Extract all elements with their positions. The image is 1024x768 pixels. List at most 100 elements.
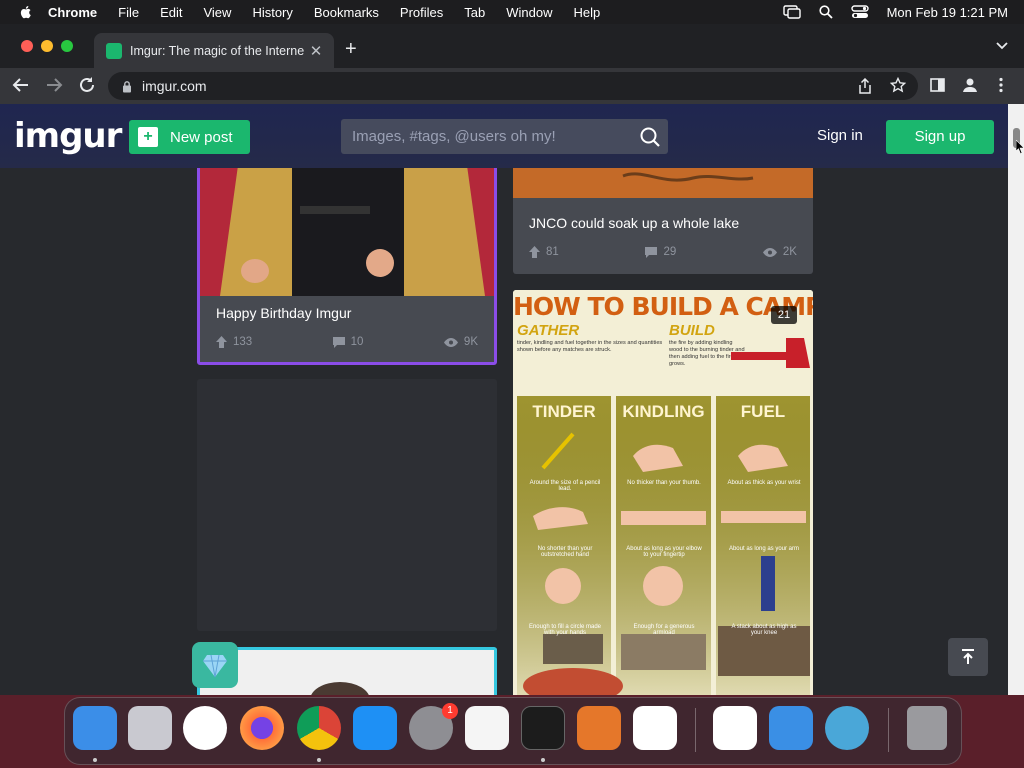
safari-icon[interactable]	[183, 706, 227, 750]
close-window-button[interactable]	[21, 40, 33, 52]
view-stat: 9K	[443, 336, 478, 348]
fuel-size-note: About as thick as your wrist	[727, 480, 801, 486]
upvote-count: 133	[233, 336, 253, 348]
kindling-size-note: No thicker than your thumb.	[627, 480, 701, 486]
profile-avatar-icon[interactable]	[962, 77, 978, 93]
browser-tab-imgur[interactable]: Imgur: The magic of the Interne ✕	[94, 33, 334, 68]
upvote-arrow-icon[interactable]	[529, 246, 540, 258]
gather-label: GATHER	[517, 322, 580, 339]
mouse-cursor-icon	[1016, 140, 1024, 154]
app-store-icon[interactable]	[353, 706, 397, 750]
comment-count: 29	[663, 246, 677, 258]
menu-help[interactable]: Help	[574, 5, 601, 20]
menu-file[interactable]: File	[118, 5, 139, 20]
address-bar[interactable]: imgur.com	[108, 72, 918, 100]
search-icon[interactable]	[640, 127, 660, 147]
tab-search-chevron-icon[interactable]	[996, 42, 1008, 50]
trophy-badge	[192, 642, 238, 688]
post-thumbnail[interactable]	[200, 151, 494, 296]
close-tab-icon[interactable]: ✕	[306, 42, 326, 60]
control-center-icon[interactable]	[850, 5, 869, 19]
new-post-button[interactable]: + New post	[129, 120, 250, 154]
post-thumbnail[interactable]	[200, 650, 494, 695]
zoom-window-button[interactable]	[61, 40, 73, 52]
visual-studio-icon[interactable]	[713, 706, 757, 750]
reload-icon[interactable]	[78, 76, 96, 94]
eye-icon	[762, 247, 777, 257]
imgur-page: Happy Birthday Imgur 133 10 9K JNCO coul…	[0, 104, 1008, 695]
search-box[interactable]	[341, 119, 668, 154]
imgur-logo[interactable]: imgur	[14, 116, 122, 156]
tinder-length-note: No shorter than your outstretched hand	[537, 546, 593, 558]
plus-icon: +	[138, 127, 158, 147]
apple-icon[interactable]	[18, 4, 34, 20]
diamond-trophy-icon	[203, 654, 227, 678]
fuel-length-note: About as long as your arm	[728, 546, 800, 552]
new-tab-icon[interactable]: +	[345, 38, 357, 60]
new-post-label: New post	[170, 128, 233, 146]
running-indicator	[93, 758, 97, 762]
post-card-featured[interactable]	[197, 647, 497, 695]
post-title[interactable]: JNCO could soak up a whole lake	[529, 215, 739, 231]
sign-in-link[interactable]: Sign in	[817, 127, 863, 144]
menubar-clock[interactable]: Mon Feb 19 1:21 PM	[887, 5, 1008, 20]
textedit-icon[interactable]	[465, 706, 509, 750]
tinder-size-note: Around the size of a pencil lead.	[529, 480, 601, 492]
terminal-icon[interactable]	[521, 706, 565, 750]
post-card-loading[interactable]	[197, 379, 497, 631]
menu-bookmarks[interactable]: Bookmarks	[314, 5, 379, 20]
search-input[interactable]	[341, 127, 640, 146]
bookmark-star-icon[interactable]	[890, 77, 906, 93]
back-to-top-button[interactable]	[948, 638, 988, 676]
url-text: imgur.com	[142, 78, 207, 94]
view-stat: 2K	[762, 246, 797, 258]
post-card-campfire[interactable]: HOW TO BUILD A CAMPFIRE 21 GATHER tinder…	[513, 290, 813, 695]
post-title[interactable]: Happy Birthday Imgur	[216, 305, 351, 321]
proxyman-icon[interactable]	[825, 706, 869, 750]
page-scrollbar[interactable]	[1008, 104, 1024, 695]
menu-history[interactable]: History	[252, 5, 292, 20]
menu-view[interactable]: View	[203, 5, 231, 20]
gather-text: tinder, kindling and fuel together in th…	[517, 340, 663, 353]
menu-tab[interactable]: Tab	[464, 5, 485, 20]
comment-stat[interactable]: 10	[332, 336, 364, 348]
chrome-icon[interactable]	[297, 706, 341, 750]
comment-bubble-icon[interactable]	[332, 336, 345, 348]
upvote-stat[interactable]: 81	[529, 246, 559, 258]
screen-mirroring-icon[interactable]	[782, 5, 801, 19]
view-count: 2K	[782, 246, 797, 258]
imgur-header: imgur + New post Sign in Sign up	[0, 104, 1008, 168]
menu-edit[interactable]: Edit	[160, 5, 182, 20]
running-indicator	[317, 758, 321, 762]
running-indicator	[541, 758, 545, 762]
firefox-icon[interactable]	[240, 706, 284, 750]
comment-stat[interactable]: 29	[645, 246, 676, 258]
launchpad-icon[interactable]	[128, 706, 172, 750]
sign-up-button[interactable]: Sign up	[886, 120, 994, 154]
upvote-arrow-icon[interactable]	[216, 336, 227, 348]
comment-count: 10	[350, 336, 364, 348]
lock-icon[interactable]	[122, 80, 132, 93]
trash-icon[interactable]	[907, 706, 947, 750]
menu-profiles[interactable]: Profiles	[400, 5, 443, 20]
vscode-icon[interactable]	[633, 706, 677, 750]
upvote-stat[interactable]: 133	[216, 336, 252, 348]
menu-window[interactable]: Window	[506, 5, 552, 20]
chrome-menu-icon[interactable]	[998, 77, 1004, 93]
comment-bubble-icon[interactable]	[645, 246, 658, 258]
post-card-happy-birthday[interactable]: Happy Birthday Imgur 133 10 9K	[197, 148, 497, 365]
spotlight-search-icon[interactable]	[818, 5, 833, 19]
forward-arrow-icon[interactable]	[45, 76, 63, 94]
garageband-icon[interactable]	[577, 706, 621, 750]
share-icon[interactable]	[858, 78, 872, 94]
back-arrow-icon[interactable]	[12, 76, 30, 94]
weather-icon[interactable]	[769, 706, 813, 750]
finder-icon[interactable]	[73, 706, 117, 750]
image-count-badge: 21	[771, 306, 797, 324]
notification-badge: 1	[442, 703, 458, 719]
column-kindling: KINDLING	[622, 402, 705, 421]
minimize-window-button[interactable]	[41, 40, 53, 52]
side-panel-icon[interactable]	[930, 78, 945, 92]
view-count: 9K	[463, 336, 478, 348]
menu-app-chrome[interactable]: Chrome	[48, 5, 97, 20]
